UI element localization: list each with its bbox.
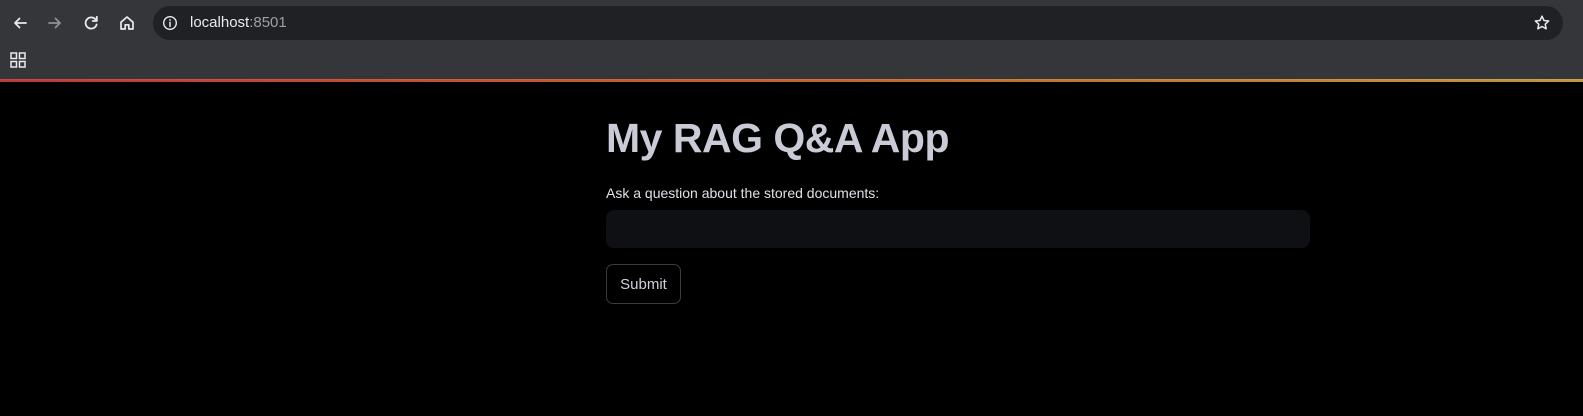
page-title: My RAG Q&A App — [606, 115, 950, 161]
home-button[interactable] — [112, 8, 142, 38]
browser-chrome: localhost:8501 — [0, 0, 1583, 80]
star-icon[interactable] — [1533, 14, 1551, 32]
reload-button[interactable] — [76, 8, 106, 38]
arrow-left-icon — [14, 17, 27, 29]
browser-toolbar: localhost:8501 — [0, 0, 1583, 45]
home-icon — [120, 16, 134, 30]
bookmarks-bar — [0, 45, 1583, 79]
url-text[interactable]: localhost:8501 — [190, 14, 287, 32]
info-icon[interactable] — [162, 15, 178, 31]
question-label: Ask a question about the stored document… — [606, 185, 880, 201]
submit-button[interactable]: Submit — [606, 264, 681, 304]
reload-icon — [84, 15, 98, 30]
arrow-right-icon — [48, 17, 61, 29]
back-button[interactable] — [5, 8, 35, 38]
question-input[interactable] — [606, 210, 1310, 248]
url-host: localhost — [190, 14, 250, 31]
address-bar[interactable]: localhost:8501 — [153, 6, 1563, 40]
forward-button[interactable] — [40, 8, 70, 38]
apps-grid-icon[interactable] — [9, 51, 27, 69]
url-port: :8501 — [249, 14, 287, 31]
